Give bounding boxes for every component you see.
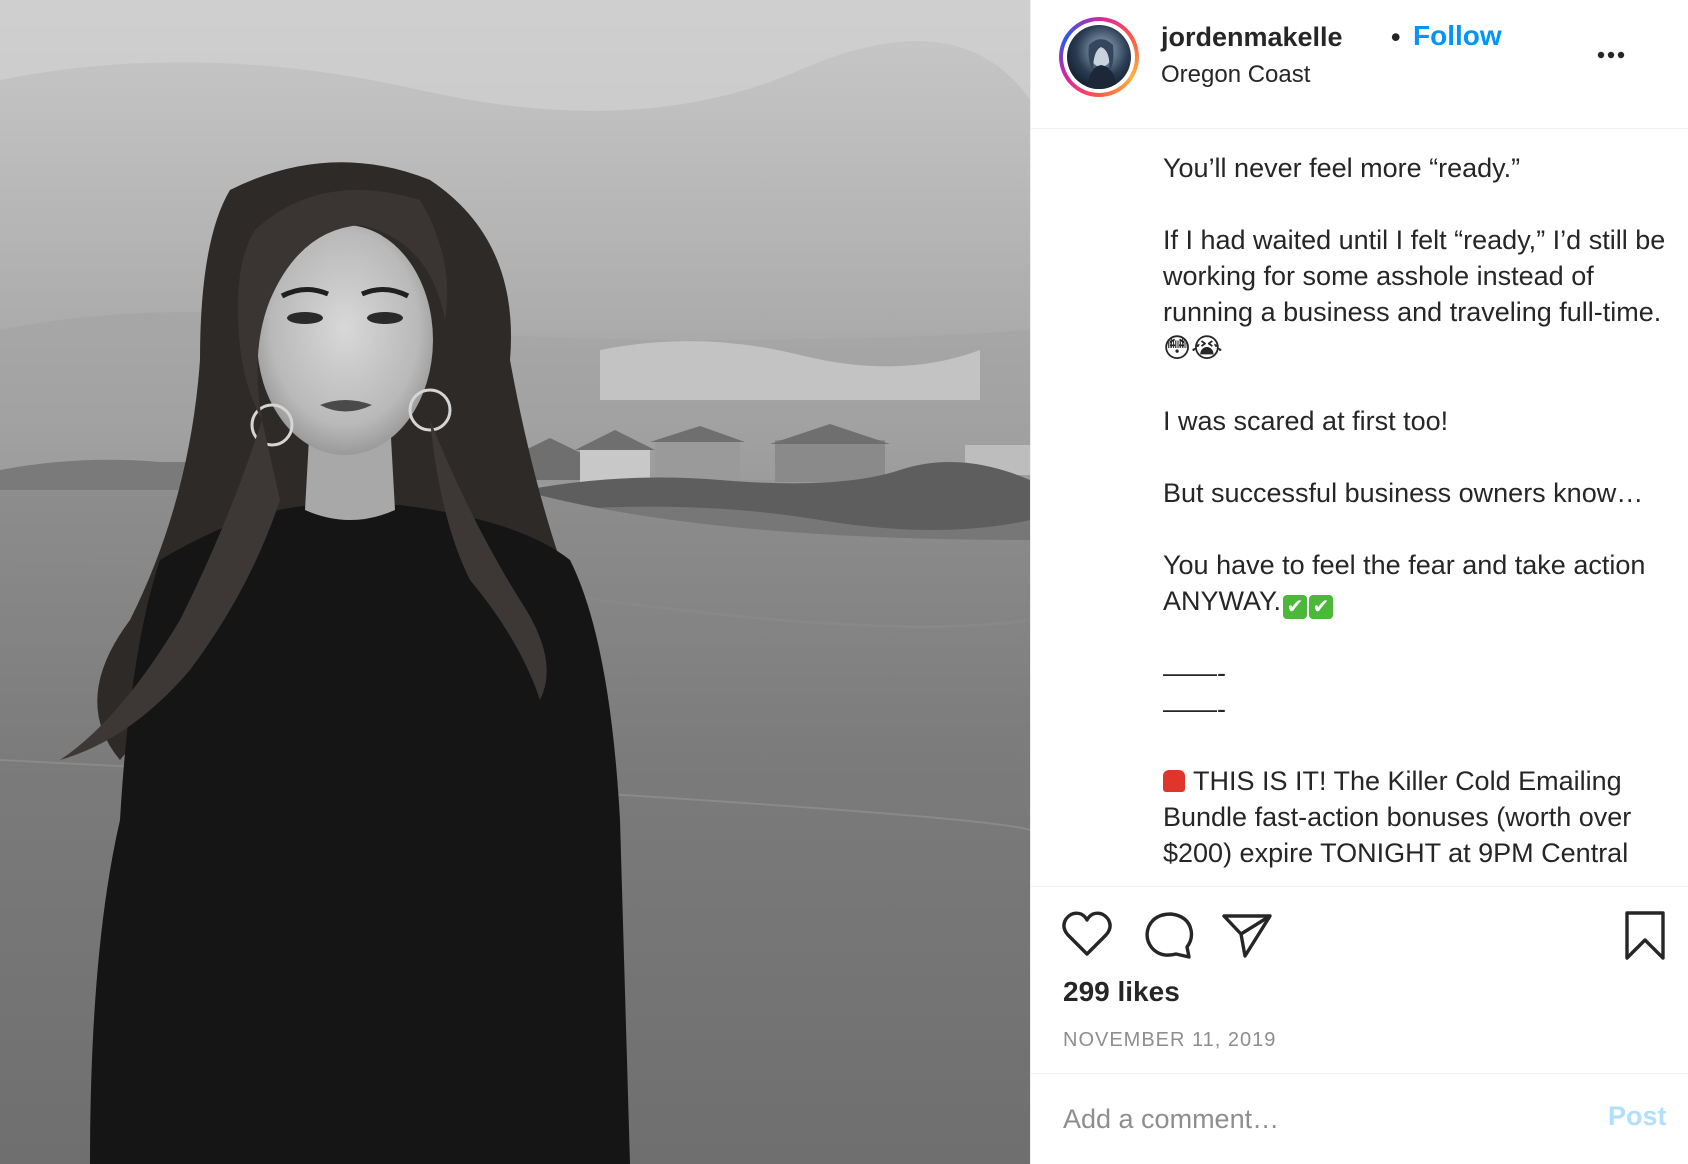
post-comment-button[interactable]: Post bbox=[1608, 1101, 1667, 1132]
caption-paragraph: THIS IS IT! The Killer Cold Emailing Bun… bbox=[1163, 763, 1673, 871]
avatar[interactable] bbox=[1067, 25, 1131, 89]
siren-emoji bbox=[1163, 770, 1185, 792]
caption-paragraph: But successful business owners know… bbox=[1163, 478, 1644, 508]
avatar-frame bbox=[1063, 21, 1135, 93]
caption-text: You have to feel the fear and take actio… bbox=[1163, 550, 1646, 616]
post-side-panel: jordenmakelle • Follow Oregon Coast You’… bbox=[1030, 0, 1688, 1164]
heart-icon[interactable] bbox=[1061, 910, 1113, 963]
comment-bubble-icon[interactable] bbox=[1143, 910, 1195, 965]
flushed-crying-emoji: 😳😭 bbox=[1163, 333, 1223, 364]
username[interactable]: jordenmakelle bbox=[1161, 22, 1343, 53]
beach-photo-illustration bbox=[0, 0, 1030, 1164]
post-date[interactable]: NOVEMBER 11, 2019 bbox=[1063, 1029, 1276, 1052]
instagram-post: jordenmakelle • Follow Oregon Coast You’… bbox=[0, 0, 1688, 1164]
location-link[interactable]: Oregon Coast bbox=[1161, 61, 1310, 89]
actions-divider bbox=[1031, 886, 1688, 887]
bookmark-icon[interactable] bbox=[1623, 910, 1667, 967]
separator-dot: • bbox=[1391, 22, 1401, 52]
check-mark-emoji: ✔ bbox=[1283, 595, 1308, 619]
likes-count[interactable]: 299 likes bbox=[1063, 976, 1180, 1008]
check-mark-emoji: ✔ bbox=[1309, 595, 1334, 619]
avatar-story-ring[interactable] bbox=[1059, 17, 1139, 97]
caption-paragraph: If I had waited until I felt “ready,” I’… bbox=[1163, 222, 1673, 367]
comment-bar: Post bbox=[1031, 1073, 1688, 1164]
caption-paragraph: You have to feel the fear and take actio… bbox=[1163, 547, 1673, 619]
comment-input[interactable] bbox=[1061, 1098, 1575, 1140]
caption-paragraph: I was scared at first too! bbox=[1163, 406, 1449, 436]
post-header: jordenmakelle • Follow Oregon Coast bbox=[1031, 0, 1688, 129]
post-photo[interactable] bbox=[0, 0, 1030, 1164]
post-caption: You’ll never feel more “ready.” If I had… bbox=[1163, 150, 1673, 885]
caption-text: THIS IS IT! The Killer Cold Emailing Bun… bbox=[1163, 766, 1632, 868]
caption-divider: ——- bbox=[1163, 658, 1226, 688]
caption-divider: ——- bbox=[1163, 694, 1226, 724]
follow-button[interactable]: Follow bbox=[1413, 20, 1502, 52]
paper-plane-icon[interactable] bbox=[1221, 912, 1273, 963]
caption-line: You’ll never feel more “ready.” bbox=[1163, 153, 1521, 183]
avatar-image bbox=[1087, 39, 1117, 89]
more-options-icon[interactable] bbox=[1591, 35, 1631, 75]
caption-text: If I had waited until I felt “ready,” I’… bbox=[1163, 225, 1666, 327]
